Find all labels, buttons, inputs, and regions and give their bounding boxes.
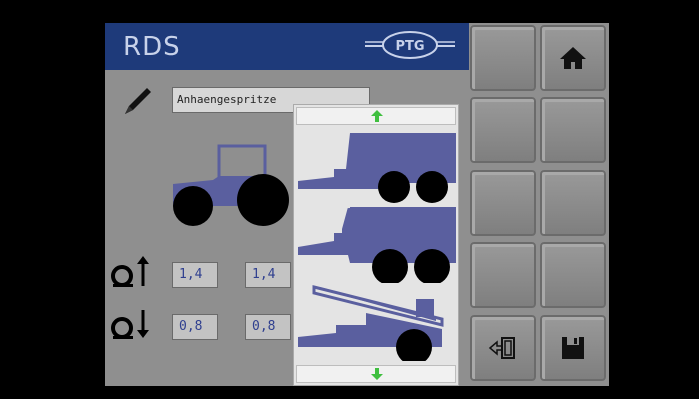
logo-text: PTG xyxy=(395,39,424,54)
upper-right-value[interactable]: 1,4 xyxy=(245,262,291,288)
import-button[interactable] xyxy=(470,315,536,381)
softkey-2-left[interactable] xyxy=(470,97,536,163)
app-title: RDS xyxy=(123,32,181,62)
import-icon xyxy=(488,337,515,359)
save-button[interactable] xyxy=(540,315,606,381)
save-icon xyxy=(562,337,584,359)
trailer-type-popup xyxy=(293,104,459,386)
ptg-logo: PTG xyxy=(365,31,455,59)
pressure-decrease-icon xyxy=(111,310,149,339)
softkey-3-left[interactable] xyxy=(470,170,536,236)
arrow-up-icon xyxy=(371,110,383,122)
scroll-down-button[interactable] xyxy=(296,365,456,383)
softkey-3-right[interactable] xyxy=(540,170,606,236)
softkey-1-left[interactable] xyxy=(470,25,536,91)
tractor-icon xyxy=(173,144,289,226)
home-button[interactable] xyxy=(540,25,606,91)
softkey-4-right[interactable] xyxy=(540,242,606,308)
softkey-2-right[interactable] xyxy=(540,97,606,163)
trailer-option-tank[interactable] xyxy=(296,207,456,283)
upper-left-value[interactable]: 1,4 xyxy=(172,262,218,288)
softkey-4-left[interactable] xyxy=(470,242,536,308)
scroll-up-button[interactable] xyxy=(296,107,456,125)
pressure-increase-icon xyxy=(111,256,149,287)
edit-pencil-icon[interactable] xyxy=(121,84,155,118)
lower-left-value[interactable]: 0,8 xyxy=(172,314,218,340)
trailer-option-dual-axle[interactable] xyxy=(296,129,456,205)
lower-right-value[interactable]: 0,8 xyxy=(245,314,291,340)
home-icon xyxy=(560,47,586,69)
header-bar: RDS PTG xyxy=(105,23,469,70)
trailer-option-tipper[interactable] xyxy=(296,285,456,361)
arrow-down-icon xyxy=(371,368,383,380)
